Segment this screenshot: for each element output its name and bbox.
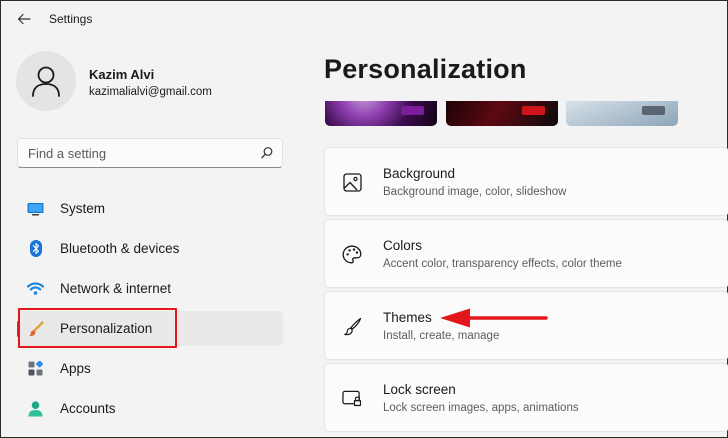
sidebar-item-apps[interactable]: Apps: [17, 351, 283, 386]
sidebar-item-network[interactable]: Network & internet: [17, 271, 283, 306]
theme-thumbnail[interactable]: [446, 101, 558, 126]
theme-accent-swatch: [401, 106, 424, 115]
theme-thumbnail[interactable]: [566, 101, 678, 126]
app-title: Settings: [49, 12, 93, 26]
sidebar-item-label: Apps: [60, 361, 91, 376]
sidebar-item-label: System: [60, 201, 106, 216]
card-title: Colors: [383, 238, 423, 253]
image-icon: [342, 172, 362, 192]
person-icon: [27, 400, 44, 417]
lock-screen-icon: [342, 388, 362, 408]
search-icon[interactable]: [260, 146, 274, 160]
card-title: Background: [383, 166, 456, 181]
card-subtitle: Install, create, manage: [383, 330, 500, 342]
annotation-arrow: [440, 308, 548, 328]
bluetooth-icon: [27, 240, 44, 257]
back-button[interactable]: [13, 9, 35, 29]
person-icon: [32, 66, 60, 97]
arrow-left-icon: [17, 13, 31, 25]
card-title: Lock screen: [383, 382, 456, 397]
sidebar-item-label: Bluetooth & devices: [60, 241, 180, 256]
wifi-icon: [27, 280, 44, 297]
card-subtitle: Background image, color, slideshow: [383, 186, 567, 198]
palette-icon: [342, 244, 362, 264]
card-background[interactable]: Background Background image, color, slid…: [324, 147, 728, 216]
card-colors[interactable]: Colors Accent color, transparency effect…: [324, 219, 728, 288]
theme-accent-swatch: [522, 106, 545, 115]
sidebar-item-system[interactable]: System: [17, 191, 283, 226]
card-lock-screen[interactable]: Lock screen Lock screen images, apps, an…: [324, 363, 728, 432]
search-box[interactable]: [17, 138, 283, 168]
page-title: Personalization: [324, 54, 527, 84]
card-title: Themes: [383, 310, 432, 325]
card-subtitle: Accent color, transparency effects, colo…: [383, 258, 622, 270]
sidebar-item-label: Accounts: [60, 401, 116, 416]
theme-thumbnail[interactable]: [325, 101, 437, 126]
sidebar-item-label: Network & internet: [60, 281, 172, 296]
sidebar-item-bluetooth[interactable]: Bluetooth & devices: [17, 231, 283, 266]
avatar[interactable]: [16, 51, 76, 111]
card-subtitle: Lock screen images, apps, animations: [383, 402, 579, 414]
title-bar: Settings: [1, 1, 728, 37]
theme-accent-swatch: [642, 106, 665, 115]
search-input[interactable]: [18, 139, 248, 167]
monitor-icon: [27, 200, 44, 217]
user-name: Kazim Alvi: [89, 67, 155, 82]
user-email: kazimalialvi@gmail.com: [89, 86, 212, 98]
settings-window: Settings Kazim Alvi kazimalialvi@gmail.c…: [0, 0, 728, 438]
brush-icon: [342, 316, 362, 336]
apps-icon: [27, 360, 44, 377]
sidebar-item-accounts[interactable]: Accounts: [17, 391, 283, 426]
annotation-highlight-box: [18, 308, 177, 348]
